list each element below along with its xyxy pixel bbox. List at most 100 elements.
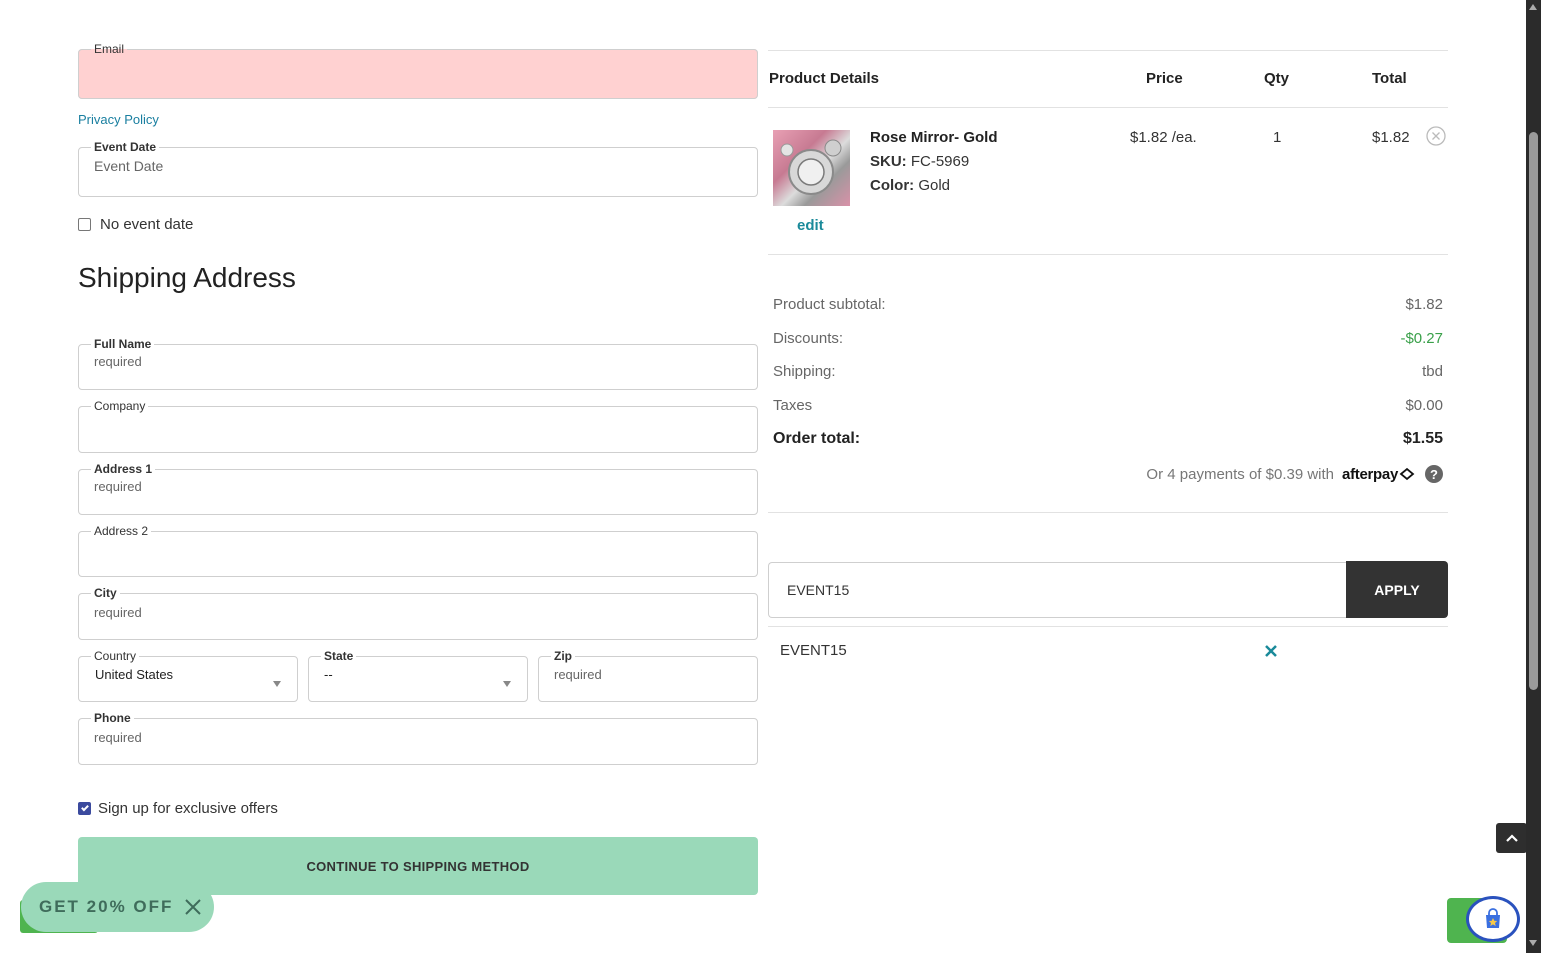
promo-popup-label: GET 20% OFF [39, 897, 174, 916]
country-legend: Country [94, 649, 137, 663]
summary-divider [768, 512, 1448, 513]
event-date-legend: Event Date [94, 140, 157, 154]
order-total-value: $1.55 [1402, 430, 1443, 447]
promo-close-icon[interactable] [183, 897, 203, 917]
subtotal-value: $1.82 [1405, 296, 1443, 313]
country-chevron-down-icon [273, 681, 281, 687]
chevron-up-icon [1505, 834, 1518, 842]
product-image[interactable] [773, 130, 850, 206]
coupon-apply-button[interactable]: APPLY [1346, 561, 1448, 618]
product-qty: 1 [1273, 129, 1282, 146]
remove-item-icon[interactable] [1426, 126, 1446, 146]
full-name-field[interactable]: Full Name required [78, 337, 758, 390]
discounts-label: Discounts: [773, 330, 844, 347]
taxes-row: Taxes $0.00 [773, 397, 1443, 414]
continue-button-label: CONTINUE TO SHIPPING METHOD [306, 858, 530, 874]
state-chevron-down-icon [503, 681, 511, 687]
shipping-label: Shipping: [773, 363, 836, 380]
shopping-bag-icon [1486, 908, 1500, 928]
applied-coupon-code: EVENT15 [780, 642, 847, 659]
order-total-label: Order total: [773, 430, 861, 447]
afterpay-row: Or 4 payments of $0.39 with afterpay ? [1000, 465, 1443, 483]
signup-checkbox[interactable] [78, 802, 91, 815]
order-total-row: Order total: $1.55 [773, 430, 1443, 448]
shop-badge[interactable] [1466, 896, 1520, 942]
sku-value: FC-5969 [910, 153, 970, 170]
privacy-policy-link[interactable]: Privacy Policy [78, 112, 159, 127]
shipping-address-heading: Shipping Address [78, 262, 296, 293]
product-total: $1.82 [1372, 129, 1410, 146]
afterpay-logo-icon [1399, 467, 1415, 481]
product-name: Rose Mirror- Gold [870, 129, 998, 146]
state-legend: State [324, 649, 354, 663]
phone-legend: Phone [94, 711, 131, 725]
country-value: United States [95, 667, 174, 682]
afterpay-text: Or 4 payments of $0.39 with [1146, 465, 1335, 483]
product-price: $1.82 /ea. [1130, 129, 1197, 146]
city-field[interactable]: City required [78, 586, 758, 640]
remove-coupon-icon[interactable] [1264, 644, 1278, 658]
state-select[interactable]: State -- [308, 649, 528, 702]
address2-legend: Address 2 [94, 524, 149, 538]
signup-label: Sign up for exclusive offers [98, 800, 278, 817]
no-event-date-row[interactable]: No event date [78, 216, 193, 233]
header-divider [768, 107, 1448, 108]
country-select[interactable]: Country United States [78, 649, 298, 702]
scrollbar-down-arrow-icon[interactable] [1529, 940, 1537, 946]
scrollbar-thumb[interactable] [1529, 132, 1538, 690]
checkmark-icon [80, 803, 89, 812]
subtotal-row: Product subtotal: $1.82 [773, 296, 1443, 313]
scrollbar-track[interactable] [1526, 0, 1541, 953]
product-sku-row: SKU: FC-5969 [870, 153, 969, 170]
zip-field[interactable]: Zip required [538, 649, 758, 702]
phone-field[interactable]: Phone required [78, 711, 758, 765]
coupon-input[interactable]: EVENT15 [768, 562, 1348, 618]
zip-placeholder: required [554, 667, 602, 682]
afterpay-brand: afterpay [1342, 465, 1398, 483]
shipping-row: Shipping: tbd [773, 363, 1443, 380]
color-value: Gold [918, 177, 951, 194]
scrollbar-up-arrow-icon[interactable] [1529, 4, 1537, 10]
taxes-value: $0.00 [1405, 397, 1443, 414]
product-color-row: Color: Gold [870, 177, 950, 194]
header-total: Total [1372, 70, 1407, 87]
color-label: Color: [870, 177, 915, 194]
discounts-row: Discounts: -$0.27 [773, 330, 1443, 347]
cart-top-divider [768, 50, 1448, 51]
item-divider [768, 254, 1448, 255]
afterpay-help-icon[interactable]: ? [1425, 465, 1443, 483]
address1-legend: Address 1 [94, 462, 153, 476]
sku-label: SKU: [870, 153, 907, 170]
full-name-placeholder: required [94, 354, 142, 369]
shipping-value: tbd [1422, 363, 1443, 380]
back-to-top-button[interactable] [1496, 823, 1527, 853]
discounts-value: -$0.27 [1400, 330, 1443, 347]
header-product-details: Product Details [769, 70, 880, 87]
address2-field[interactable]: Address 2 [78, 524, 758, 577]
full-name-legend: Full Name [94, 337, 152, 351]
promo-popup[interactable]: GET 20% OFF [21, 882, 214, 932]
company-legend: Company [94, 399, 146, 413]
coupon-input-value: EVENT15 [787, 582, 850, 598]
zip-legend: Zip [554, 649, 572, 663]
event-date-placeholder: Event Date [94, 158, 164, 174]
subtotal-label: Product subtotal: [773, 296, 886, 313]
event-date-field[interactable]: Event Date Event Date [78, 140, 758, 197]
signup-row[interactable]: Sign up for exclusive offers [78, 800, 278, 817]
coupon-divider [768, 626, 1448, 627]
taxes-label: Taxes [773, 397, 813, 414]
company-field[interactable]: Company [78, 399, 758, 453]
product-edit-link[interactable]: edit [797, 217, 824, 234]
apply-button-label: APPLY [1374, 581, 1420, 598]
rose-mirror-thumbnail-icon [780, 139, 842, 195]
phone-placeholder: required [94, 730, 142, 745]
email-field[interactable]: Email [78, 42, 758, 99]
city-legend: City [94, 586, 117, 600]
no-event-date-checkbox[interactable] [78, 218, 91, 231]
email-legend: Email [94, 42, 125, 56]
header-qty: Qty [1264, 70, 1290, 87]
header-price: Price [1146, 70, 1183, 87]
address1-field[interactable]: Address 1 required [78, 462, 758, 515]
city-placeholder: required [94, 605, 142, 620]
state-value: -- [324, 667, 333, 682]
